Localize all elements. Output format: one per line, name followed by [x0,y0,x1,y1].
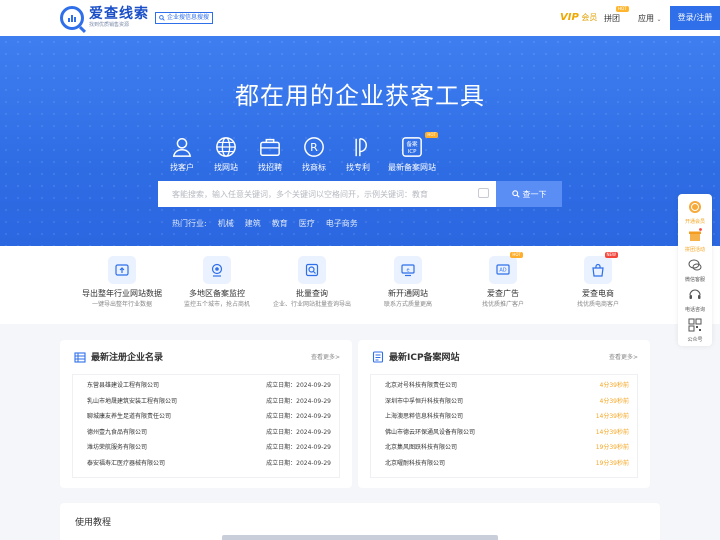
svg-text:ICP: ICP [408,149,417,155]
hot-badge: HOT [425,132,438,138]
svg-text:R: R [310,141,318,154]
list-item[interactable]: 佛山市德云环保通风设备有限公司 14分39秒前 [371,425,637,441]
hot-word[interactable]: 教育 [272,218,288,229]
feature-strip: 导出整年行业网站数据 一键导出整年行业数据 多地区备案监控 监控五个城市，抢占商… [0,246,720,324]
list-item[interactable]: 东营县雄建设工程有限公司 成立日期：2024-09-29 [73,378,339,394]
company-list: 东营县雄建设工程有限公司 成立日期：2024-09-29 乳山市地晟建筑安装工程有… [72,374,340,478]
search-icon [159,15,165,21]
list-item[interactable]: 上海澳思粹信息科技有限公司 14分39秒前 [371,409,637,425]
feature-batch-query[interactable]: 批量查询 企业、行业网站批量查询导出 [262,256,362,310]
tutorial-title: 使用教程 [75,518,112,528]
patent-icon [355,138,367,157]
image-search-icon[interactable] [478,188,489,198]
feature-export-industry[interactable]: 导出整年行业网站数据 一键导出整年行业数据 [72,256,172,310]
top-header: 爱查线索 找到优质销售资源 企业搜信息搜搜 VIP 会员 拼团 HOT 应用 ⌄… [0,0,720,36]
icp-list: 北京对号科技有限责任公司 4分39秒前 深圳市中孚恒升科技有限公司 4分39秒前 上… [370,374,638,478]
svg-text:备案: 备案 [406,140,418,148]
hot-badge: HOT [510,252,523,258]
search-input[interactable] [158,181,496,207]
list-item[interactable]: 聊城康友养生足道有限责任公司 成立日期：2024-09-29 [73,409,339,425]
feature-region-monitor[interactable]: 多地区备案监控 监控五个城市，抢占商机 [167,256,267,310]
tab-find-customer[interactable]: 找客户 [160,136,204,188]
search-icon [511,190,520,198]
list-item[interactable]: 北京对号科技有限责任公司 4分39秒前 [371,378,637,394]
feature-ads[interactable]: AD HOT 爱查广告 找优质推广客户 [453,252,553,310]
gift-icon [689,228,702,241]
list-item[interactable]: 潍坊荣航服务有限公司 成立日期：2024-09-29 [73,440,339,456]
apps-menu[interactable]: 应用 ⌄ [638,13,662,24]
tutorial-video-preview[interactable] [222,535,498,540]
float-phone[interactable]: 电话咨询 [678,288,712,313]
chevron-down-icon: ⌄ [656,16,662,23]
hot-industries: 热门行业: 机械 建筑 教育 医疗 电子商务 [172,218,358,229]
search-doc-icon [305,263,319,277]
list-item[interactable]: 泰安福寿汇医疗器械有限公司 成立日期：2024-09-29 [73,456,339,472]
list-item[interactable]: 德州壹九食品有限公司 成立日期：2024-09-29 [73,425,339,441]
feature-new-sites[interactable]: e 新开通网站 联系方式质量更高 [358,256,458,310]
hero-title: 都在用的企业获客工具 [235,82,485,110]
panel-title: 最新注册企业名录 [91,353,164,363]
new-badge: NEW [604,252,618,258]
hot-badge: HOT [616,6,629,12]
building-icon [74,351,86,363]
tab-find-patent[interactable]: 找专利 [336,136,380,173]
phone-icon [689,289,701,299]
list-item[interactable]: 乳山市地晟建筑安装工程有限公司 成立日期：2024-09-29 [73,394,339,410]
latest-icp-panel: 最新ICP备案网站 查看更多> 北京对号科技有限责任公司 4分39秒前 深圳市中孚… [358,340,650,488]
hot-word[interactable]: 电子商务 [326,218,358,229]
float-vip[interactable]: 开通会员 [678,200,712,225]
tutorial-section: 使用教程 [60,503,660,540]
list-item[interactable]: 北京曜耐科技有限公司 19分39秒前 [371,456,637,472]
latest-companies-panel: 最新注册企业名录 查看更多> 东营县雄建设工程有限公司 成立日期：2024-09-… [60,340,352,488]
tab-find-trademark[interactable]: R 找商标 [292,136,336,173]
camera-icon [211,263,223,277]
hero-banner: 都在用的企业获客工具 找客户 找网站 找招聘 R 找商标 找专利 备案 ICP 最… [0,36,720,246]
float-group[interactable]: 拼团活动 [678,228,712,253]
search-tabs: 找客户 找网站 找招聘 R 找商标 找专利 备案 ICP 最新备案网站 HOT [160,132,444,188]
float-official-account[interactable]: 公众号 [678,318,712,343]
search-button[interactable]: 查一下 [496,181,562,207]
hot-word[interactable]: 机械 [218,218,234,229]
logo-title: 爱查线索 [89,6,149,22]
new-site-icon: e [401,264,415,277]
logo[interactable]: 爱查线索 找到优质销售资源 企业搜信息搜搜 [60,6,214,30]
group-buy-link[interactable]: 拼团 [604,13,620,24]
login-register-button[interactable]: 登录/注册 [670,6,720,30]
list-item[interactable]: 北京集风图跃科技有限公司 19分39秒前 [371,440,637,456]
svg-text:e: e [406,267,409,273]
float-wechat[interactable]: 微信客服 [678,258,712,283]
user-icon [172,138,192,157]
view-more-link[interactable]: 查看更多> [311,352,340,361]
globe-icon [216,137,236,157]
tab-find-website[interactable]: 找网站 [204,136,248,173]
upload-icon [115,264,129,276]
list-item[interactable]: 深圳市中孚恒升科技有限公司 4分39秒前 [371,394,637,410]
svg-text:AD: AD [499,268,506,274]
logo-icon [60,6,84,30]
document-icon [372,350,384,363]
tab-find-recruitment[interactable]: 找招聘 [248,136,292,173]
shop-icon [592,263,604,277]
view-more-link[interactable]: 查看更多> [609,352,638,361]
vip-link[interactable]: VIP 会员 [560,12,597,23]
icp-icon: 备案ICP [402,137,422,157]
vip-icon [689,201,701,213]
hot-word[interactable]: 建筑 [245,218,261,229]
search-bar: 查一下 [158,181,562,207]
logo-tag: 企业搜信息搜搜 [155,12,214,24]
hot-label: 热门行业: [172,219,207,228]
qrcode-icon [688,318,702,332]
hot-word[interactable]: 医疗 [299,218,315,229]
panel-title: 最新ICP备案网站 [389,353,460,363]
wechat-icon [688,259,702,271]
briefcase-icon [260,138,280,156]
trademark-icon: R [304,137,324,157]
tab-latest-icp[interactable]: 备案 ICP 最新备案网站 HOT [380,132,444,173]
ad-icon: AD [496,264,510,275]
logo-slogan: 找到优质销售资源 [89,22,130,28]
right-float-bar: 开通会员 拼团活动 微信客服 电话咨询 公众号 [678,194,712,346]
feature-ecommerce[interactable]: NEW 爱查电商 找优质电商客户 [548,252,648,310]
